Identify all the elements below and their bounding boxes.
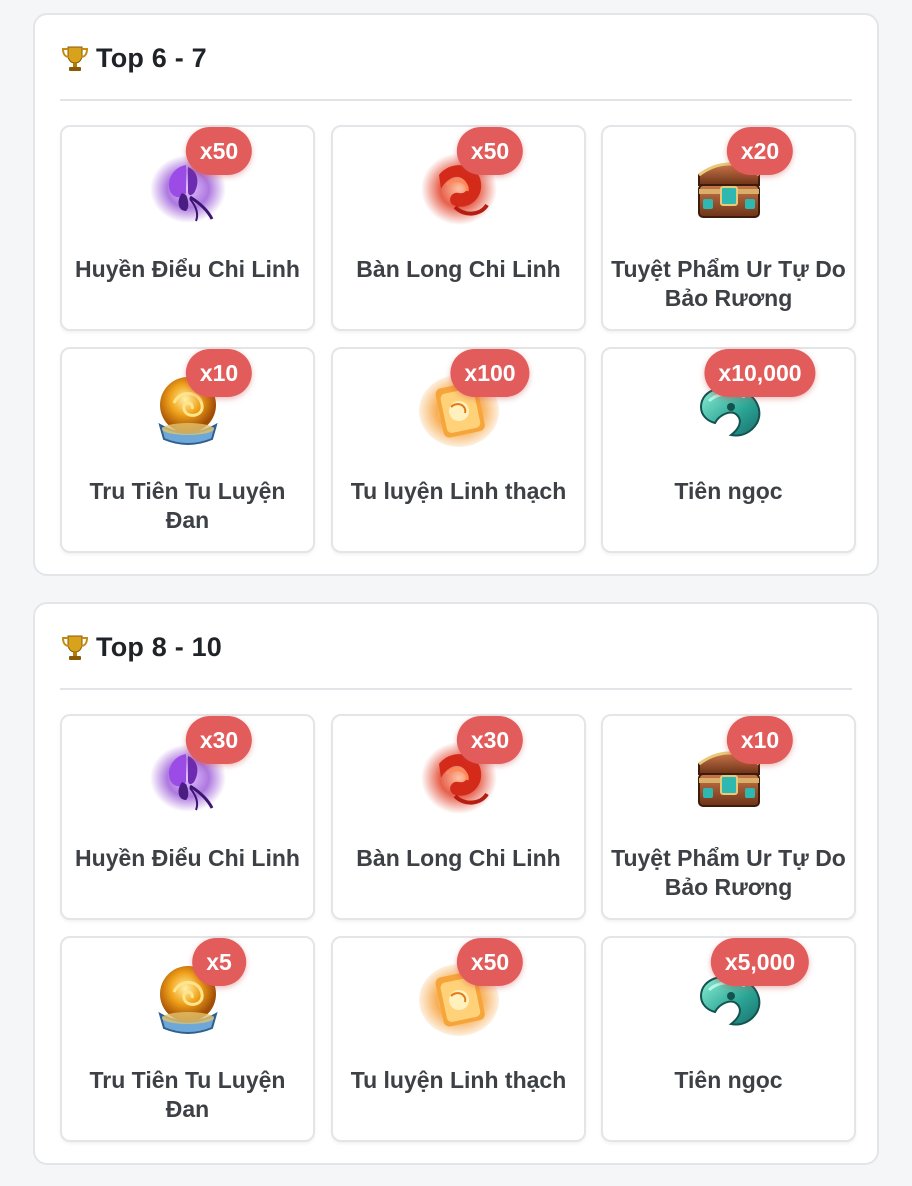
quantity-badge: x10 bbox=[185, 349, 253, 397]
reward-section-top-6-7: Top 6 - 7 x50 Huyền Điểu Chi Linh x50 Bàn … bbox=[33, 13, 879, 576]
quantity-badge: x10 bbox=[726, 716, 794, 764]
reward-item-card[interactable]: x5 Tru Tiên Tu Luyện Đan bbox=[60, 936, 315, 1142]
reward-item-name: Bàn Long Chi Linh bbox=[356, 845, 561, 871]
quantity-badge: x20 bbox=[726, 127, 794, 175]
reward-item-name: Tru Tiên Tu Luyện Đan bbox=[89, 478, 286, 533]
reward-item-name: Tru Tiên Tu Luyện Đan bbox=[89, 1067, 286, 1122]
quantity-badge: x50 bbox=[456, 938, 524, 986]
reward-item-name: Tiên ngọc bbox=[674, 478, 783, 504]
section-title: Top 6 - 7 bbox=[96, 42, 207, 73]
reward-item-card[interactable]: x10 Tuyệt Phẩm Ur Tự Do Bảo Rương bbox=[601, 714, 856, 920]
reward-item-card[interactable]: x50 Bàn Long Chi Linh bbox=[331, 125, 586, 331]
reward-item-card[interactable]: x10 Tru Tiên Tu Luyện Đan bbox=[60, 347, 315, 553]
reward-item-card[interactable]: x20 Tuyệt Phẩm Ur Tự Do Bảo Rương bbox=[601, 125, 856, 331]
reward-item-name: Huyền Điểu Chi Linh bbox=[75, 256, 300, 282]
quantity-badge: x50 bbox=[185, 127, 253, 175]
quantity-badge: x5 bbox=[192, 938, 246, 986]
reward-item-card[interactable]: x50 Tu luyện Linh thạch bbox=[331, 936, 586, 1142]
reward-item-card[interactable]: x5,000 Tiên ngọc bbox=[601, 936, 856, 1142]
section-header: Top 8 - 10 bbox=[60, 604, 852, 690]
section-header: Top 6 - 7 bbox=[60, 15, 852, 101]
reward-item-card[interactable]: x30 Bàn Long Chi Linh bbox=[331, 714, 586, 920]
reward-item-name: Tuyệt Phẩm Ur Tự Do Bảo Rương bbox=[611, 845, 846, 900]
trophy-icon bbox=[60, 43, 90, 73]
reward-item-name: Tuyệt Phẩm Ur Tự Do Bảo Rương bbox=[611, 256, 846, 311]
reward-item-card[interactable]: x30 Huyền Điểu Chi Linh bbox=[60, 714, 315, 920]
section-title: Top 8 - 10 bbox=[96, 631, 223, 662]
reward-item-name: Bàn Long Chi Linh bbox=[356, 256, 561, 282]
trophy-icon bbox=[60, 632, 90, 662]
reward-section-top-8-10: Top 8 - 10 x30 Huyền Điểu Chi Linh x30 Bàn… bbox=[33, 602, 879, 1165]
quantity-badge: x50 bbox=[456, 127, 524, 175]
quantity-badge: x10,000 bbox=[704, 349, 816, 397]
quantity-badge: x5,000 bbox=[710, 938, 810, 986]
reward-item-card[interactable]: x10,000 Tiên ngọc bbox=[601, 347, 856, 553]
reward-item-card[interactable]: x100 Tu luyện Linh thạch bbox=[331, 347, 586, 553]
quantity-badge: x30 bbox=[185, 716, 253, 764]
quantity-badge: x30 bbox=[456, 716, 524, 764]
quantity-badge: x100 bbox=[450, 349, 530, 397]
reward-item-name: Huyền Điểu Chi Linh bbox=[75, 845, 300, 871]
reward-item-name: Tiên ngọc bbox=[674, 1067, 783, 1093]
reward-item-name: Tu luyện Linh thạch bbox=[350, 478, 567, 504]
reward-item-card[interactable]: x50 Huyền Điểu Chi Linh bbox=[60, 125, 315, 331]
reward-item-name: Tu luyện Linh thạch bbox=[350, 1067, 567, 1093]
